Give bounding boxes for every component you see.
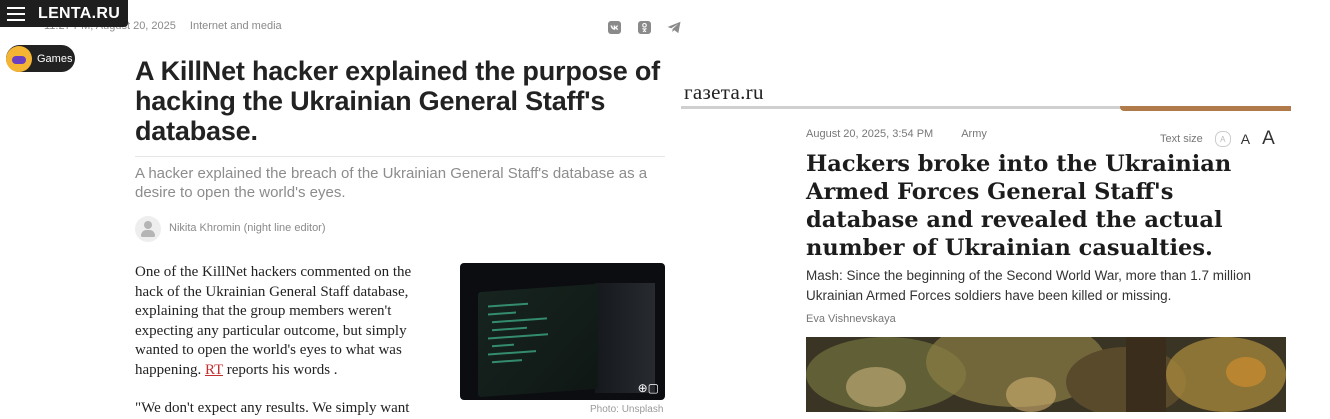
- article-paragraph: One of the KillNet hackers commented on …: [135, 263, 435, 381]
- gazeta-logo[interactable]: газета.ru: [684, 80, 764, 105]
- gamepad-icon: [6, 45, 32, 72]
- text-size-large[interactable]: A: [1262, 128, 1275, 150]
- zoom-icon[interactable]: ⊕▢: [638, 381, 659, 395]
- article-category[interactable]: Internet and media: [190, 20, 282, 32]
- gazeta-author[interactable]: Eva Vishnevskaya: [806, 313, 896, 325]
- text-size-medium[interactable]: A: [1241, 131, 1250, 147]
- games-button[interactable]: Games: [6, 45, 75, 72]
- telegram-icon[interactable]: [667, 21, 682, 34]
- gazeta-photo[interactable]: [806, 337, 1286, 412]
- photo-credit: Photo: Unsplash: [590, 404, 664, 415]
- ok-icon[interactable]: [638, 21, 651, 34]
- author-avatar-icon: [135, 216, 161, 242]
- gazeta-category[interactable]: Army: [961, 128, 987, 140]
- vk-icon[interactable]: [608, 21, 621, 34]
- gazeta-title: Hackers broke into the Ukrainian Armed F…: [806, 151, 1232, 261]
- gazeta-meta: August 20, 2025, 3:54 PM Army: [806, 128, 987, 140]
- article-subtitle: A hacker explained the breach of the Ukr…: [135, 165, 648, 201]
- site-logo[interactable]: LENTA.RU: [38, 5, 120, 23]
- gazeta-timestamp: August 20, 2025, 3:54 PM: [806, 128, 934, 140]
- paragraph-text: One of the KillNet hackers commented on …: [135, 264, 412, 378]
- text-size-label: Text size: [1160, 133, 1203, 145]
- article-author[interactable]: Nikita Khromin (night line editor): [169, 222, 326, 234]
- games-label: Games: [37, 52, 73, 65]
- source-link[interactable]: RT: [205, 362, 223, 378]
- article-title: A KillNet hacker explained the purpose o…: [135, 56, 660, 146]
- site-header: LENTA.RU: [0, 0, 128, 27]
- article-photo[interactable]: ⊕▢: [460, 263, 665, 400]
- text-size-small[interactable]: A: [1214, 131, 1231, 147]
- menu-icon[interactable]: [7, 6, 25, 21]
- article-quote: "We don't expect any results. We simply …: [135, 400, 410, 416]
- text-size-control: Text size A A A: [1160, 128, 1275, 150]
- paragraph-text-end: reports his words .: [222, 361, 338, 378]
- gazeta-lead: Mash: Since the beginning of the Second …: [806, 268, 1251, 303]
- header-accent: [1120, 106, 1291, 111]
- divider: [135, 156, 665, 157]
